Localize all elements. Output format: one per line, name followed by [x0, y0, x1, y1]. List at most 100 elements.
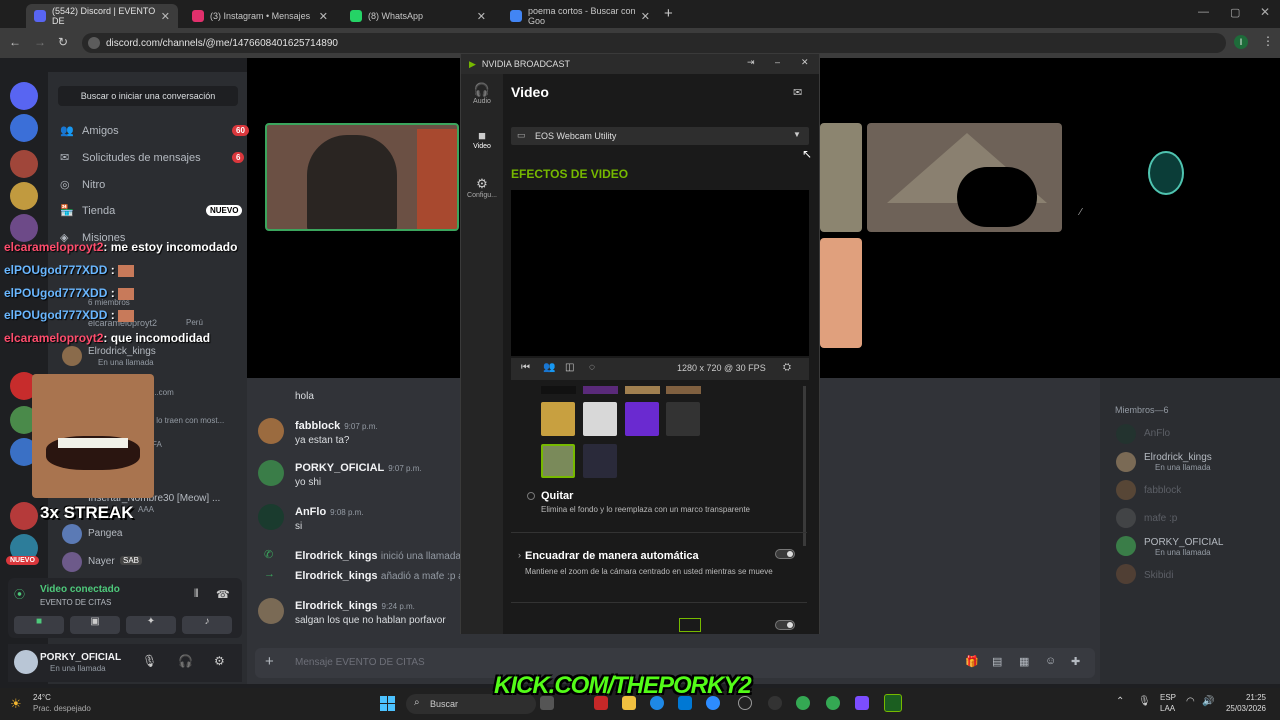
skip-icon[interactable]: ⏮: [521, 362, 530, 373]
people-icon[interactable]: 👥: [543, 362, 555, 373]
snapshot-icon[interactable]: ◫: [565, 362, 574, 373]
video-tile-city[interactable]: [867, 123, 1062, 232]
avatar[interactable]: [258, 504, 284, 530]
url-field[interactable]: discord.com/channels/@me/147660840162571…: [82, 33, 1226, 53]
browser-tab-discord[interactable]: (5542) Discord | EVENTO DE ✕: [26, 4, 178, 28]
member-name[interactable]: AnFlo: [1144, 428, 1170, 439]
voice-channel[interactable]: EVENTO DE CITAS: [40, 598, 111, 607]
chrome-icon[interactable]: [796, 696, 810, 710]
dm-item-name[interactable]: Elrodrick_kings: [88, 346, 156, 357]
language-indicator[interactable]: ESP: [1160, 693, 1176, 702]
background-thumb[interactable]: [541, 386, 576, 394]
server-icon[interactable]: [10, 150, 38, 178]
nav-settings[interactable]: ⚙ Configu...: [461, 176, 503, 199]
member-name[interactable]: Skibidi: [1144, 570, 1173, 581]
background-thumb[interactable]: [583, 444, 617, 478]
avatar[interactable]: [1116, 536, 1136, 556]
vr-headset-icon[interactable]: ⛭: [783, 362, 791, 373]
nav-video[interactable]: ■ Video: [461, 128, 503, 150]
chevron-right-icon[interactable]: ›: [518, 550, 521, 560]
minimize-window-icon[interactable]: —: [1198, 6, 1209, 18]
browser-tab-instagram[interactable]: (3) Instagram • Mensajes ✕: [184, 4, 336, 28]
camera-button[interactable]: ■: [14, 616, 64, 634]
server-icon[interactable]: [10, 502, 38, 530]
close-tab-icon[interactable]: ✕: [161, 10, 170, 23]
avatar[interactable]: [258, 460, 284, 486]
close-window-icon[interactable]: ✕: [1260, 5, 1270, 19]
auto-frame-toggle[interactable]: [775, 549, 795, 559]
hide-preview-icon[interactable]: ◌: [589, 362, 595, 373]
noise-suppression-icon[interactable]: ⫴: [194, 588, 199, 601]
gift-icon[interactable]: 🎁: [965, 655, 979, 668]
clock-date[interactable]: 25/03/2026: [1218, 704, 1266, 713]
tray-mic-icon[interactable]: 🎙: [1138, 696, 1151, 707]
nav-friends[interactable]: 👥 Amigos 60: [60, 124, 249, 137]
weather-desc[interactable]: Prac. despejado: [33, 704, 91, 713]
feedback-icon[interactable]: ✉: [793, 86, 802, 99]
background-thumb-selected[interactable]: [541, 444, 575, 478]
pin-icon[interactable]: ⇥: [747, 57, 755, 68]
tray-chevron-icon[interactable]: ⌃: [1116, 696, 1124, 707]
soundboard-button[interactable]: ♪: [182, 616, 232, 634]
dm-item-name[interactable]: Nayer: [88, 556, 115, 567]
restore-window-icon[interactable]: ▢: [1230, 6, 1240, 19]
dm-item-name[interactable]: ...com: [152, 388, 174, 397]
video-tile-self[interactable]: [265, 123, 459, 231]
nav-message-requests[interactable]: ✉ Solicitudes de mensajes 6: [60, 151, 245, 164]
next-effect-toggle[interactable]: [775, 620, 795, 630]
settings-gear-icon[interactable]: ⚙: [214, 654, 225, 668]
user-avatar[interactable]: [14, 650, 38, 674]
browser-tab-google[interactable]: poema cortos - Buscar con Goo ✕: [502, 4, 658, 28]
scrollbar[interactable]: [803, 386, 806, 546]
activities-button[interactable]: ✦: [126, 616, 176, 634]
clock-time[interactable]: 21:25: [1226, 693, 1266, 702]
server-icon[interactable]: [10, 182, 38, 210]
video-tile-partial[interactable]: [820, 123, 862, 232]
quitar-radio[interactable]: [527, 492, 535, 500]
avatar[interactable]: [1116, 480, 1136, 500]
browser-tab-whatsapp[interactable]: (8) WhatsApp ✕: [342, 4, 494, 28]
resolution-select[interactable]: 1280 x 720 @ 30 FPS: [677, 363, 766, 373]
member-name[interactable]: Elrodrick_kings: [1144, 452, 1212, 463]
back-arrow-icon[interactable]: ←: [9, 35, 21, 49]
close-tab-icon[interactable]: ✕: [319, 10, 328, 23]
nav-shop[interactable]: 🏪 Tienda NUEVO: [60, 204, 243, 217]
dm-item-name[interactable]: Pangea: [88, 528, 122, 539]
disconnect-icon[interactable]: ☎: [216, 588, 230, 601]
server-icon[interactable]: [10, 114, 38, 142]
nav-nitro[interactable]: ◎ Nitro: [60, 178, 105, 192]
windows-start-icon[interactable]: [380, 696, 396, 712]
avatar[interactable]: [1116, 452, 1136, 472]
background-thumb[interactable]: [666, 386, 701, 394]
weather-temp[interactable]: 24°C: [33, 693, 51, 702]
emoji-icon[interactable]: ☺: [1045, 655, 1056, 667]
avatar[interactable]: [1116, 508, 1136, 528]
video-tile-avatar[interactable]: ⁄: [1068, 123, 1263, 232]
video-tile-skin[interactable]: [820, 238, 862, 348]
app-icon[interactable]: [855, 696, 869, 710]
reload-icon[interactable]: ↻: [58, 35, 68, 49]
minimize-icon[interactable]: –: [775, 57, 780, 67]
server-icon[interactable]: [10, 214, 38, 242]
microphone-icon[interactable]: 🎙: [142, 654, 157, 668]
volume-icon[interactable]: 🔊: [1202, 696, 1214, 707]
headphones-icon[interactable]: 🎧: [178, 654, 193, 668]
avatar[interactable]: [258, 418, 284, 444]
background-thumb[interactable]: [625, 386, 660, 394]
menu-kebab-icon[interactable]: ⋮: [1262, 34, 1274, 48]
background-thumb[interactable]: [583, 402, 617, 436]
wifi-icon[interactable]: ◠: [1186, 696, 1195, 707]
close-tab-icon[interactable]: ✕: [477, 10, 486, 23]
screen-share-button[interactable]: ▣: [70, 616, 120, 634]
avatar[interactable]: [1116, 564, 1136, 584]
close-icon[interactable]: ✕: [801, 57, 809, 68]
add-attachment-icon[interactable]: +: [265, 653, 274, 670]
background-thumb[interactable]: [625, 402, 659, 436]
dm-search-input[interactable]: Buscar o iniciar una conversación: [58, 86, 238, 106]
close-tab-icon[interactable]: ✕: [641, 10, 650, 23]
sticker-icon[interactable]: ▦: [1019, 655, 1029, 668]
member-name[interactable]: mafe :p: [1144, 513, 1177, 524]
device-select[interactable]: ▭ EOS Webcam Utility ▼: [511, 127, 809, 145]
gif-icon[interactable]: ▤: [992, 655, 1002, 668]
profile-avatar[interactable]: I: [1234, 35, 1248, 49]
